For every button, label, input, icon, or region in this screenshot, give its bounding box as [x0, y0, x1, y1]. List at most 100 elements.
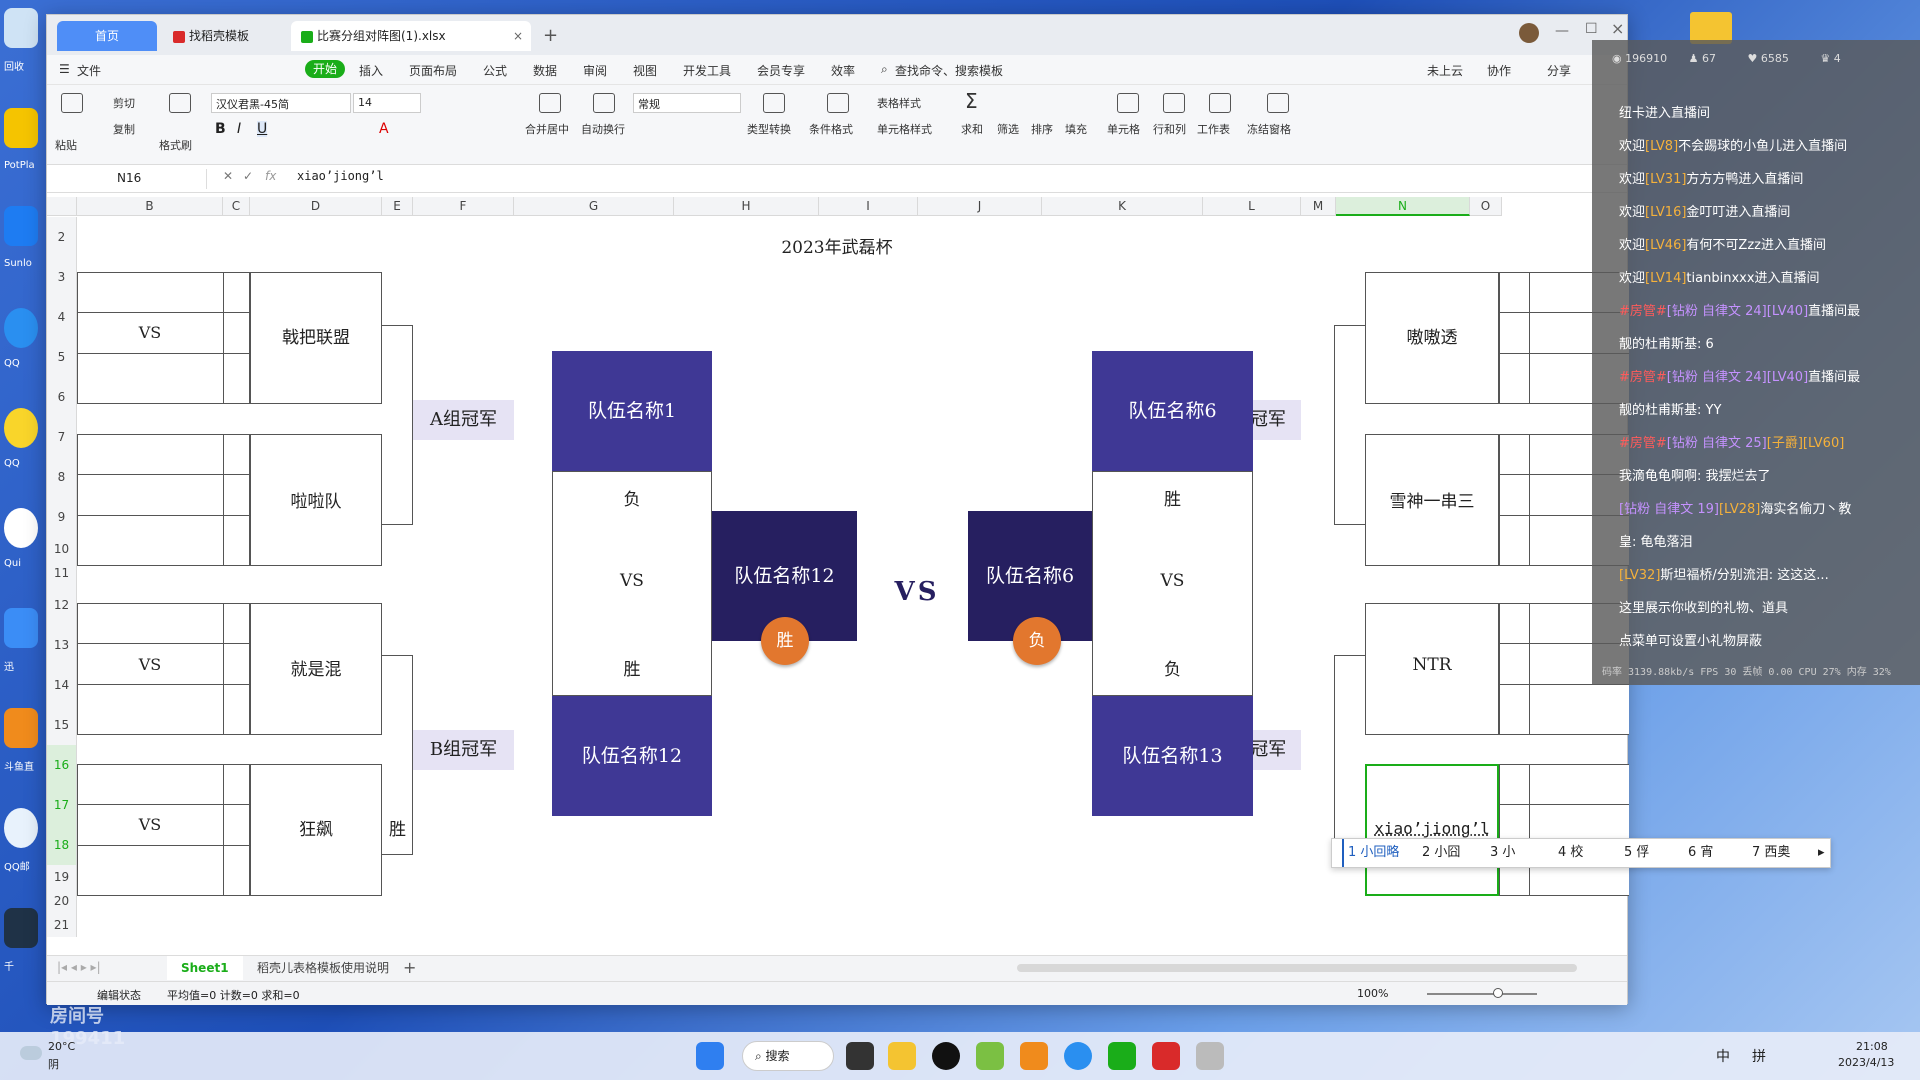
format-painter-icon[interactable]	[169, 93, 191, 113]
douyu-icon[interactable]	[4, 708, 38, 748]
row-header[interactable]: 18	[47, 825, 77, 865]
paste-button[interactable]: 粘贴	[55, 137, 77, 153]
col-header[interactable]: B	[77, 197, 223, 216]
menu-file[interactable]: 文件	[77, 62, 101, 79]
app-icon[interactable]	[976, 1042, 1004, 1070]
ime-candidate[interactable]: 1 小回略	[1342, 839, 1399, 867]
row-header[interactable]: 4	[47, 297, 77, 337]
zoom-slider-thumb[interactable]	[1493, 988, 1503, 998]
start-icon[interactable]	[696, 1042, 724, 1070]
left-slot[interactable]	[77, 434, 250, 566]
col-header[interactable]: I	[819, 197, 918, 216]
type-convert-icon[interactable]	[763, 93, 785, 113]
col-header[interactable]: N	[1336, 197, 1470, 216]
cut-button[interactable]: 剪切	[113, 95, 135, 111]
menu-start[interactable]: 开始	[305, 60, 346, 78]
row-header[interactable]: 20	[47, 889, 77, 913]
ime-candidate[interactable]: 4 校	[1558, 839, 1583, 867]
italic-button[interactable]: I	[237, 121, 241, 137]
copy-button[interactable]: 复制	[113, 121, 135, 137]
row-header[interactable]: 3	[47, 257, 77, 297]
cloud-status[interactable]: 未上云	[1427, 62, 1463, 79]
ime-lang[interactable]: 中	[1716, 1046, 1730, 1066]
menu-insert[interactable]: 插入	[359, 62, 383, 79]
qq-mail-icon[interactable]	[4, 808, 38, 848]
conditional-format-icon[interactable]	[827, 93, 849, 113]
avatar[interactable]	[1519, 23, 1539, 43]
ime-candidate[interactable]: 6 宵	[1688, 839, 1713, 867]
bold-button[interactable]: B	[215, 121, 226, 137]
semi-right-top[interactable]: 队伍名称6	[1092, 351, 1253, 471]
col-header[interactable]: L	[1203, 197, 1301, 216]
table-style-button[interactable]: 表格样式	[877, 95, 921, 111]
tab-workbook[interactable]: 比赛分组对阵图(1).xlsx ×	[291, 21, 531, 51]
row-header[interactable]: 11	[47, 561, 77, 585]
name-box[interactable]: N16	[87, 169, 207, 189]
row-header[interactable]: 12	[47, 585, 77, 625]
minimize-icon[interactable]: —	[1555, 23, 1569, 39]
sunlogin-icon[interactable]	[4, 206, 38, 246]
taskbar-search[interactable]: ⌕ 搜索	[742, 1041, 834, 1071]
app-icon[interactable]	[1108, 1042, 1136, 1070]
freeze-panes-button[interactable]: 冻结窗格	[1247, 121, 1291, 137]
row-header[interactable]: 7	[47, 417, 77, 457]
close-icon[interactable]: ×	[513, 21, 523, 51]
add-sheet-button[interactable]: +	[403, 958, 416, 977]
row-header[interactable]: 8	[47, 457, 77, 497]
conditional-format-button[interactable]: 条件格式	[809, 121, 853, 137]
ime-candidate[interactable]: 2 小囧	[1422, 839, 1460, 867]
col-header[interactable]: F	[413, 197, 514, 216]
share-button[interactable]: 分享	[1547, 62, 1571, 79]
row-header[interactable]: 21	[47, 913, 77, 937]
row-header[interactable]: 13	[47, 625, 77, 665]
number-format-select[interactable]: 常规	[633, 93, 741, 113]
semi-left-top[interactable]: 队伍名称1	[552, 351, 712, 471]
row-header[interactable]: 16	[47, 745, 77, 785]
font-size-select[interactable]: 14	[353, 93, 421, 113]
file-explorer-icon[interactable]	[888, 1042, 916, 1070]
worksheet-icon[interactable]	[1209, 93, 1231, 113]
ime-candidate[interactable]: 7 西奥	[1752, 839, 1790, 867]
collab-button[interactable]: 协作	[1487, 62, 1511, 79]
search-commands[interactable]: 查找命令、搜索模板	[895, 62, 1003, 79]
recycle-bin-icon[interactable]	[4, 8, 38, 48]
cell-icon[interactable]	[1117, 93, 1139, 113]
col-header[interactable]: D	[250, 197, 382, 216]
browser-icon[interactable]	[1064, 1042, 1092, 1070]
zoom-level[interactable]: 100%	[1357, 987, 1388, 1000]
row-header[interactable]: 10	[47, 537, 77, 561]
sum-icon[interactable]: Σ	[965, 89, 978, 113]
col-header[interactable]: M	[1301, 197, 1336, 216]
merge-center-button[interactable]: 合并居中	[525, 121, 569, 137]
col-header[interactable]: J	[918, 197, 1042, 216]
sort-button[interactable]: 排序	[1031, 121, 1053, 137]
menu-review[interactable]: 审阅	[583, 62, 607, 79]
clock-date[interactable]: 2023/4/13	[1838, 1056, 1894, 1069]
sheet-tab[interactable]: 稻壳儿表格模板使用说明	[247, 956, 399, 980]
row-header[interactable]: 9	[47, 497, 77, 537]
semi-right-bottom[interactable]: 队伍名称13	[1092, 696, 1253, 816]
row-header[interactable]: 19	[47, 865, 77, 889]
chevron-right-icon[interactable]: ▸	[1818, 839, 1825, 867]
ime-candidate[interactable]: 3 小	[1490, 839, 1515, 867]
merge-center-icon[interactable]	[539, 93, 561, 113]
weather-temp[interactable]: 20°C	[48, 1040, 75, 1053]
sheet-tab-active[interactable]: Sheet1	[167, 956, 243, 980]
cancel-icon[interactable]: ✕	[223, 169, 233, 183]
horizontal-scrollbar[interactable]	[1017, 964, 1577, 972]
ime-candidate[interactable]: 5 俘	[1624, 839, 1649, 867]
paste-icon[interactable]	[61, 93, 83, 113]
potplayer-icon[interactable]	[4, 108, 38, 148]
row-header[interactable]: 5	[47, 337, 77, 377]
confirm-icon[interactable]: ✓	[243, 169, 253, 183]
worksheet-button[interactable]: 工作表	[1197, 121, 1230, 137]
col-header[interactable]: G	[514, 197, 674, 216]
qq-music-icon[interactable]	[4, 408, 38, 448]
close-window-icon[interactable]: ×	[1611, 19, 1624, 38]
cell-style-button[interactable]: 单元格样式	[877, 121, 932, 137]
row-header[interactable]: 17	[47, 785, 77, 825]
type-convert-button[interactable]: 类型转换	[747, 121, 791, 137]
tab-template[interactable]: 找稻壳模板	[163, 21, 287, 51]
taskview-icon[interactable]	[846, 1042, 874, 1070]
qq-icon[interactable]	[4, 308, 38, 348]
